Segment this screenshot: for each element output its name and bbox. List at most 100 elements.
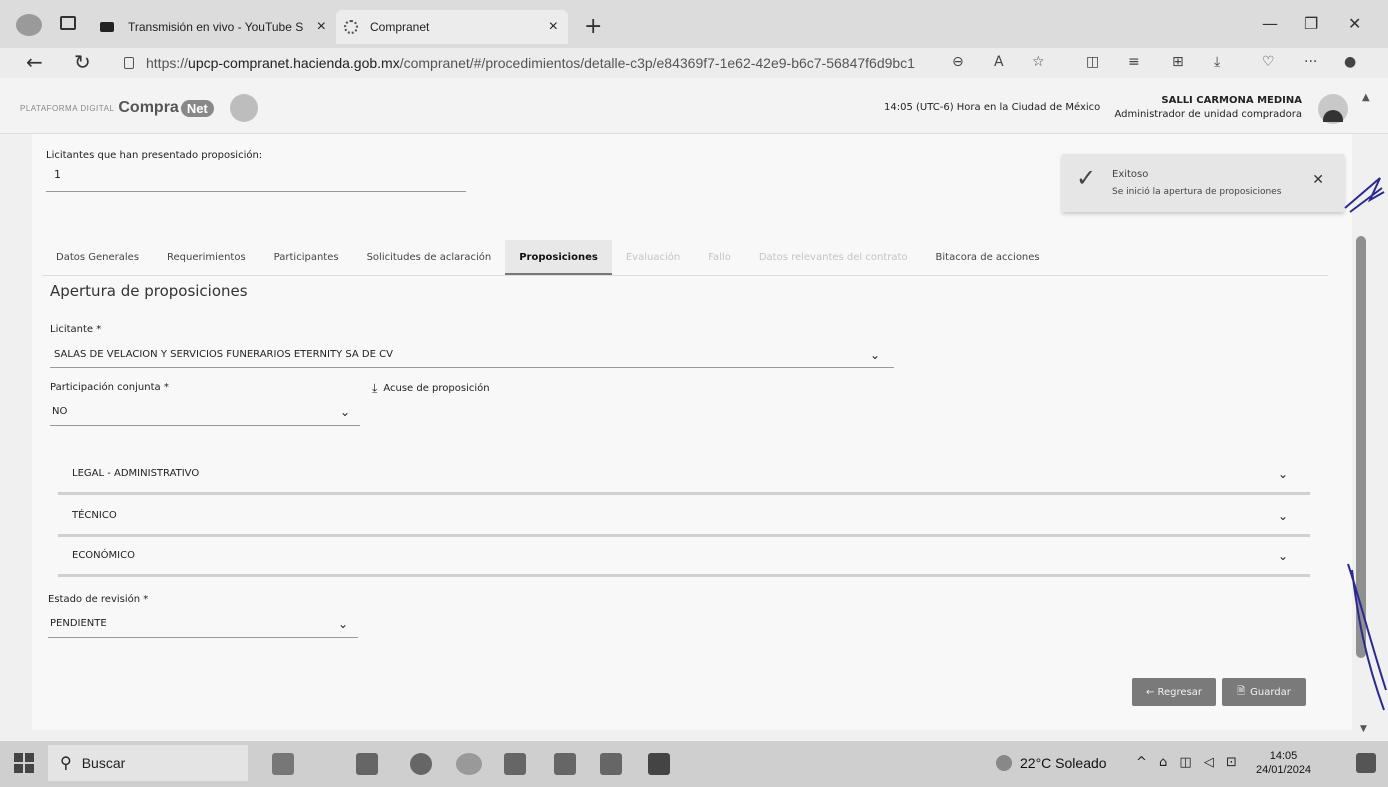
browser-tab-strip: Transmisión en vivo - YouTube S × Compra…: [0, 0, 1388, 48]
restore-icon[interactable]: ❐: [1304, 14, 1318, 33]
success-toast: ✓ Exitoso Se inició la apertura de propo…: [1062, 154, 1344, 212]
licitante-select[interactable]: SALAS DE VELACION Y SERVICIOS FUNERARIOS…: [50, 342, 894, 368]
edge-icon[interactable]: [456, 753, 482, 775]
sun-icon: [996, 755, 1012, 771]
taskbar-search[interactable]: ⚲ Buscar: [48, 745, 248, 781]
profile-icon[interactable]: [16, 14, 42, 36]
system-tray-icon[interactable]: ^ ⌂ ◫ ◁ ⊡: [1136, 755, 1241, 770]
close-tab-icon[interactable]: ×: [549, 18, 558, 36]
avatar[interactable]: [1318, 94, 1348, 124]
url-prefix: https://: [146, 55, 189, 71]
header-clock: 14:05 (UTC-6) Hora en la Ciudad de Méxic…: [884, 102, 1101, 113]
tab-title: Transmisión en vivo - YouTube S: [128, 20, 304, 34]
zoom-icon[interactable]: ⊖: [952, 54, 964, 70]
windows-start-icon[interactable]: [14, 753, 34, 773]
participacion-select[interactable]: NO ⌄: [50, 398, 360, 426]
chevron-down-icon: ⌄: [1277, 548, 1288, 563]
refresh-icon[interactable]: ↻: [74, 50, 91, 74]
mail-icon[interactable]: [600, 753, 622, 775]
url-path: /compranet/#/procedimientos/detalle-c3p/…: [399, 55, 915, 71]
licitantes-count-value: 1: [46, 168, 466, 192]
logo-badge: Net: [180, 99, 214, 117]
toast-message: Se inició la apertura de proposiciones: [1112, 187, 1282, 197]
back-arrow-icon[interactable]: ←: [26, 50, 43, 74]
compranet-logo[interactable]: PLATAFORMA DIGITAL Compra Net: [20, 94, 258, 122]
guardar-button[interactable]: 🗎 Guardar: [1222, 678, 1306, 706]
accordion-label: LEGAL - ADMINISTRATIVO: [72, 468, 200, 479]
tab-requerimientos[interactable]: Requerimientos: [153, 240, 260, 275]
scroll-down-icon[interactable]: ▼: [1360, 724, 1367, 734]
tab-datos-contrato: Datos relevantes del contrato: [758, 252, 908, 263]
notifications-icon[interactable]: [1356, 753, 1376, 773]
browser-tab-compranet[interactable]: Compranet ×: [336, 10, 568, 44]
toast-title: Exitoso: [1112, 169, 1149, 180]
estado-revision-value: PENDIENTE: [50, 618, 107, 629]
word-icon[interactable]: [648, 753, 670, 775]
chevron-down-icon: ⌄: [869, 347, 880, 362]
chevron-down-icon: ⌄: [1277, 508, 1288, 523]
window-close-icon[interactable]: ✕: [1348, 14, 1361, 33]
accordion-economico[interactable]: ECONÓMICO ⌄: [58, 537, 1310, 577]
user-info[interactable]: SALLI CARMONA MEDINA Administrador de un…: [1114, 94, 1302, 122]
accordion-label: ECONÓMICO: [72, 550, 135, 561]
more-menu-icon[interactable]: ···: [1304, 54, 1317, 70]
taskbar-search-label: Buscar: [81, 755, 126, 771]
chevron-down-icon: ⌄: [1277, 466, 1288, 481]
url-field[interactable]: https://upcp-compranet.hacienda.gob.mx/c…: [124, 52, 964, 74]
toast-close-icon[interactable]: ✕: [1312, 172, 1324, 188]
chevron-down-icon: ⌄: [339, 404, 350, 419]
read-aloud-icon[interactable]: A: [994, 54, 1004, 70]
tab-datos-generales[interactable]: Datos Generales: [42, 240, 153, 275]
browser-tab-youtube[interactable]: Transmisión en vivo - YouTube S ×: [96, 10, 336, 44]
user-name: SALLI CARMONA MEDINA: [1161, 95, 1302, 106]
page-scrollbar[interactable]: [1356, 236, 1366, 658]
acuse-link[interactable]: ⤓ Acuse de proposición: [372, 381, 490, 396]
search-icon: ⚲: [60, 755, 72, 772]
close-tab-icon[interactable]: ×: [317, 18, 326, 36]
tab-fallo: Fallo: [708, 252, 731, 263]
weather-text: 22°C Soleado: [1020, 755, 1107, 771]
taskbar-clock[interactable]: 14:05 24/01/2024: [1256, 749, 1311, 777]
url-host: upcp-compranet.hacienda.gob.mx: [188, 55, 400, 71]
menu-circle-icon[interactable]: [229, 94, 258, 122]
taskbar-app-icon[interactable]: [410, 753, 432, 775]
collections-icon[interactable]: ⊞: [1172, 54, 1184, 70]
favorite-star-icon[interactable]: ☆: [1032, 54, 1045, 70]
logo-text: Compra: [118, 99, 179, 116]
main-content: [32, 134, 1352, 730]
accordion-legal[interactable]: LEGAL - ADMINISTRATIVO ⌄: [58, 455, 1310, 495]
estado-revision-label: Estado de revisión *: [48, 594, 149, 605]
split-screen-icon[interactable]: ◫: [1086, 54, 1099, 70]
estado-revision-select[interactable]: PENDIENTE ⌄: [48, 610, 358, 638]
taskbar-app-icon[interactable]: [272, 753, 294, 775]
licitante-label: Licitante *: [50, 324, 102, 335]
minimize-icon[interactable]: —: [1262, 14, 1278, 33]
tab-bitacora[interactable]: Bitacora de acciones: [922, 240, 1054, 275]
copilot-icon[interactable]: ●: [1344, 54, 1356, 70]
save-icon: 🗎: [1237, 685, 1246, 697]
favorites-list-icon[interactable]: ≡: [1128, 54, 1140, 70]
accordion-tecnico[interactable]: TÉCNICO ⌄: [58, 497, 1310, 537]
regresar-button[interactable]: ← Regresar: [1132, 678, 1216, 706]
task-view-icon[interactable]: [356, 753, 378, 775]
downloads-icon[interactable]: ⤓: [1214, 54, 1220, 70]
taskbar-date: 24/01/2024: [1256, 764, 1312, 776]
new-tab-icon[interactable]: +: [584, 14, 602, 39]
scroll-up-icon[interactable]: ▲: [1362, 92, 1370, 103]
store-icon[interactable]: [554, 753, 576, 775]
tab-actions-icon[interactable]: [60, 16, 76, 30]
section-title: Apertura de proposiciones: [50, 282, 248, 300]
licitante-value: SALAS DE VELACION Y SERVICIOS FUNERARIOS…: [54, 349, 393, 360]
file-explorer-icon[interactable]: [504, 753, 526, 775]
tab-participantes[interactable]: Participantes: [260, 240, 353, 275]
tab-solicitudes-aclaracion[interactable]: Solicitudes de aclaración: [353, 240, 506, 275]
weather-widget[interactable]: 22°C Soleado: [996, 755, 1107, 771]
tab-proposiciones[interactable]: Proposiciones: [505, 240, 612, 275]
extensions-icon[interactable]: ♡: [1262, 54, 1275, 70]
app-header: PLATAFORMA DIGITAL Compra Net 14:05 (UTC…: [0, 78, 1388, 134]
acuse-label: Acuse de proposición: [383, 383, 490, 394]
taskbar-time: 14:05: [1269, 750, 1298, 762]
lock-icon: [124, 57, 134, 69]
logo-subtitle: PLATAFORMA DIGITAL: [20, 103, 115, 113]
compranet-favicon-icon: [344, 20, 358, 34]
